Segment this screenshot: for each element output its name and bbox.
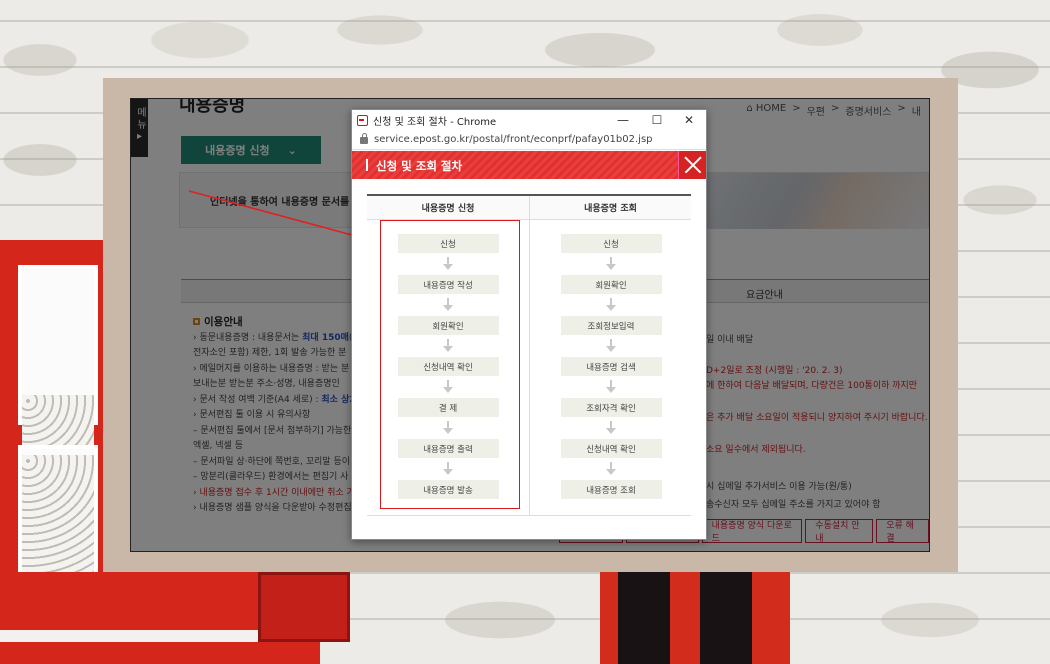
inquiry-step: 조회정보입력 — [560, 316, 662, 335]
inquiry-step: 신청내역 확인 — [560, 439, 662, 458]
inquiry-step: 신청 — [560, 234, 662, 253]
inquiry-step: 내용증명 검색 — [560, 357, 662, 376]
down-arrow-icon — [605, 253, 617, 275]
inquiry-steps: 신청 회원확인 조회정보입력 내용증명 검색 조회자격 확인 신청내역 확인 내… — [530, 234, 692, 499]
post-logo-icon — [357, 114, 368, 126]
window-lace — [22, 395, 94, 445]
down-arrow-icon — [605, 458, 617, 480]
minimize-button[interactable]: — — [608, 112, 638, 128]
popup-url: service.epost.go.kr/postal/front/econprf… — [374, 134, 653, 145]
highlight-box — [380, 220, 520, 509]
maximize-button[interactable]: ☐ — [642, 112, 672, 128]
inquiry-step: 회원확인 — [560, 275, 662, 294]
red-door — [600, 572, 790, 664]
popup-header-title: 신청 및 조회 절차 — [376, 159, 463, 173]
popup-titlebar[interactable]: 신청 및 조회 절차 - Chrome — ☐ ✕ — [352, 110, 706, 130]
lock-icon — [360, 133, 368, 144]
close-icon[interactable] — [678, 151, 706, 179]
down-arrow-icon — [605, 376, 617, 398]
door-pane — [618, 572, 670, 664]
close-window-button[interactable]: ✕ — [674, 112, 704, 128]
door-pane — [700, 572, 752, 664]
down-arrow-icon — [605, 335, 617, 357]
inquiry-step: 내용증명 조회 — [560, 480, 662, 499]
popup-window-title: 신청 및 조회 절차 - Chrome — [373, 116, 497, 128]
down-arrow-icon — [605, 294, 617, 316]
inquiry-column: 내용증명 조회 신청 회원확인 조회정보입력 내용증명 검색 조회자격 확인 신… — [529, 196, 691, 516]
apply-column-heading: 내용증명 신청 — [367, 196, 529, 220]
inquiry-step: 조회자격 확인 — [560, 398, 662, 417]
inquiry-column-heading: 내용증명 조회 — [530, 196, 691, 220]
red-mailbox — [258, 572, 350, 642]
down-arrow-icon — [605, 417, 617, 439]
procedure-popup-window: 신청 및 조회 절차 - Chrome — ☐ ✕ service.epost.… — [351, 109, 707, 540]
popup-address-bar[interactable]: service.epost.go.kr/postal/front/econprf… — [352, 130, 706, 150]
header-accent-bar — [366, 159, 368, 171]
popup-header: 신청 및 조회 절차 — [352, 151, 706, 179]
